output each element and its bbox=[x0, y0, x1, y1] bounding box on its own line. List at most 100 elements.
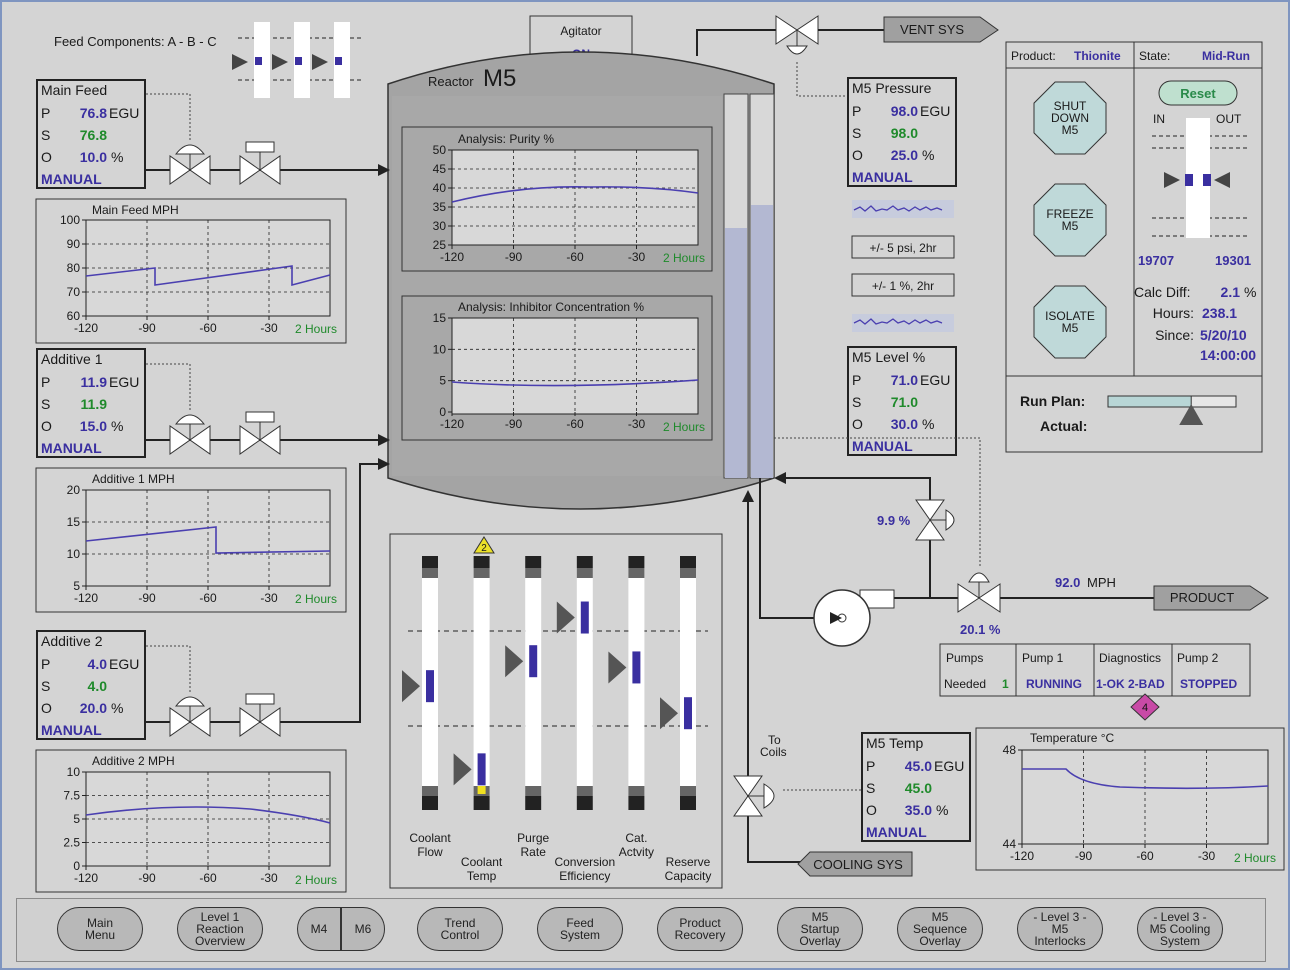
purity-ytick: 40 bbox=[433, 181, 447, 195]
vent-sys-tag[interactable]: VENT SYS bbox=[883, 16, 999, 43]
level-band-label: +/- 1 %, 2hr bbox=[872, 279, 934, 293]
gauge-label: Reserve bbox=[666, 855, 711, 869]
hours-label: Hours: bbox=[1153, 305, 1194, 321]
m5-level-pv-unit: EGU bbox=[920, 372, 950, 388]
gauge-label: Actvity bbox=[619, 845, 654, 859]
additive1-mph-ytick: 10 bbox=[67, 547, 81, 561]
temperature-xtick: -90 bbox=[1075, 849, 1093, 863]
cooling-sys-tag[interactable]: COOLING SYS bbox=[797, 851, 913, 877]
gauge-label: Conversion bbox=[554, 855, 615, 869]
m5-temp-title: M5 Temp bbox=[866, 735, 924, 751]
temperature-title: Temperature °C bbox=[1030, 731, 1114, 745]
additive2-faceplate[interactable]: Additive 2 P 4.0 EGU S 4.0 O 20.0 % MANUAL bbox=[36, 630, 146, 740]
additive1-mph-xtick: -120 bbox=[74, 591, 98, 605]
feed-components-label: Feed Components: A - B - C bbox=[54, 34, 217, 49]
m5-level-p-label: P bbox=[852, 372, 861, 388]
purity-title: Analysis: Purity % bbox=[458, 132, 554, 146]
purity-ytick: 50 bbox=[433, 143, 447, 157]
m5-pressure-faceplate[interactable]: M5 Pressure P 98.0 EGU S 98.0 O 25.0 % MANUAL bbox=[847, 77, 957, 187]
nav-button-m5-startup-overlay[interactable]: M5 Startup Overlay bbox=[777, 907, 863, 951]
m5-temp-o-label: O bbox=[866, 802, 877, 818]
pumps-status-table: Pumps Needed 1 Pump 1 RUNNING Diagnostic… bbox=[939, 643, 1251, 697]
main-feed-faceplate[interactable]: Main Feed P 76.8 EGU S 76.8 O 10.0 % MANUAL bbox=[36, 79, 146, 189]
additive1-pv-value: 11.9 bbox=[81, 374, 108, 390]
isolate-button[interactable]: ISOLATEM5 bbox=[1033, 285, 1107, 359]
nav-button-product-recovery[interactable]: Product Recovery bbox=[657, 907, 743, 951]
purity-xtick: -120 bbox=[440, 250, 464, 264]
pressure-sparkline bbox=[852, 200, 954, 218]
nav-button-feed-system[interactable]: Feed System bbox=[537, 907, 623, 951]
agitator-title: Agitator bbox=[560, 24, 601, 38]
m5-level-o-label: O bbox=[852, 416, 863, 432]
cooling-sys-label: COOLING SYS bbox=[813, 857, 903, 872]
main-feed-sp-value: 76.8 bbox=[80, 127, 107, 143]
gauge-label: Coolant bbox=[409, 831, 451, 845]
gauge-label: Coolant bbox=[461, 855, 503, 869]
additive2-mph-xtick: -120 bbox=[74, 871, 98, 885]
additive1-faceplate[interactable]: Additive 1 P 11.9 EGU S 11.9 O 15.0 % MANUAL bbox=[36, 348, 146, 458]
additive2-mph-title: Additive 2 MPH bbox=[92, 754, 175, 768]
key-indicators-panel: CoolantFlowCoolantTempPurgeRateConversio… bbox=[389, 533, 723, 889]
main-feed-mph-xtick: -120 bbox=[74, 321, 98, 335]
temperature-ytick: 48 bbox=[1003, 743, 1017, 757]
main-feed-out-value: 10.0 bbox=[80, 149, 107, 165]
nav-button-trend-control[interactable]: Trend Control bbox=[417, 907, 503, 951]
m5-pressure-pv-value: 98.0 bbox=[891, 103, 918, 119]
m5-temp-faceplate[interactable]: M5 Temp P 45.0 EGU S 45.0 O 35.0 % MANUAL bbox=[861, 732, 971, 842]
pump1-state: RUNNING bbox=[1026, 677, 1082, 691]
additive2-mph-ytick: 5 bbox=[73, 812, 80, 826]
shutdown-button[interactable]: SHUTDOWNM5 bbox=[1033, 81, 1107, 155]
product-tag[interactable]: PRODUCT bbox=[1153, 585, 1269, 611]
freeze-button[interactable]: FREEZEM5 bbox=[1033, 183, 1107, 257]
shutdown-button-label: M5 bbox=[1062, 123, 1079, 137]
m5-temp-mode: MANUAL bbox=[866, 824, 927, 840]
balance-in-label: IN bbox=[1153, 112, 1165, 126]
main-feed-mph-ytick: 100 bbox=[60, 213, 80, 227]
nav-button-main-menu[interactable]: Main Menu bbox=[57, 907, 143, 951]
additive2-pv-unit: EGU bbox=[109, 656, 139, 672]
gauge-value-bar bbox=[580, 601, 589, 634]
nav-button-level-3-m5-interlocks[interactable]: - Level 3 - M5 Interlocks bbox=[1017, 907, 1103, 951]
additive1-sp-value: 11.9 bbox=[81, 396, 108, 412]
recycle-valve-pct: 9.9 % bbox=[877, 513, 911, 528]
m5-pressure-out-unit: % bbox=[922, 147, 934, 163]
purity-ytick: 35 bbox=[433, 200, 447, 214]
gauge-label: Capacity bbox=[665, 869, 712, 883]
m5-temp-s-label: S bbox=[866, 780, 875, 796]
nav-button-level-1-reaction-overview[interactable]: Level 1 Reaction Overview bbox=[177, 907, 263, 951]
m5-pressure-title: M5 Pressure bbox=[852, 80, 932, 96]
product-flow-value: 92.0 bbox=[1055, 575, 1080, 590]
m5-level-faceplate[interactable]: M5 Level % P 71.0 EGU S 71.0 O 30.0 % MANUAL bbox=[847, 346, 957, 456]
inhibitor-title: Analysis: Inhibitor Concentration % bbox=[458, 300, 644, 314]
additive1-out-value: 15.0 bbox=[80, 418, 107, 434]
inhibitor-xtick: -120 bbox=[440, 417, 464, 431]
nav-button-m5-sequence-overlay[interactable]: M5 Sequence Overlay bbox=[897, 907, 983, 951]
reset-button[interactable]: Reset bbox=[1158, 80, 1238, 106]
additive2-title: Additive 2 bbox=[41, 633, 103, 649]
run-actual-label: Actual: bbox=[1040, 418, 1087, 434]
hours-value: 238.1 bbox=[1202, 305, 1237, 321]
additive2-out-unit: % bbox=[111, 700, 123, 716]
m5-temp-p-label: P bbox=[866, 758, 875, 774]
m5-pressure-pv-unit: EGU bbox=[920, 103, 950, 119]
calc-diff-label: Calc Diff: bbox=[1134, 284, 1191, 300]
balance-out-label: OUT bbox=[1216, 112, 1242, 126]
additive2-mph-chart: Additive 2 MPH 107.552.50-120 -90 -60 -30 2… bbox=[35, 749, 347, 893]
nav-button-level-3-m5-cooling-system[interactable]: - Level 3 - M5 Cooling System bbox=[1137, 907, 1223, 951]
m5-temp-sp-value: 45.0 bbox=[905, 780, 932, 796]
main-feed-pv-value: 76.8 bbox=[80, 105, 107, 121]
nav-button-m6[interactable]: M6 bbox=[341, 907, 385, 951]
inhibitor-xlabel: 2 Hours bbox=[663, 420, 705, 434]
reset-label: Reset bbox=[1180, 86, 1216, 101]
pressure-band-box: +/- 5 psi, 2hr bbox=[851, 235, 955, 259]
m5-pressure-s-label: S bbox=[852, 125, 861, 141]
m5-temp-out-value: 35.0 bbox=[905, 802, 932, 818]
nav-button-m4[interactable]: M4 bbox=[297, 907, 341, 951]
purity-xlabel: 2 Hours bbox=[663, 251, 705, 265]
level-sparkline bbox=[852, 314, 954, 332]
inhibitor-ytick: 5 bbox=[439, 374, 446, 388]
pumps-needed-label: Needed bbox=[944, 677, 986, 691]
main-feed-mode: MANUAL bbox=[41, 171, 102, 187]
additive2-s-label: S bbox=[41, 678, 50, 694]
temperature-chart: Temperature °C 4844-120 -90 -60 -30 2 Hours bbox=[975, 727, 1285, 871]
